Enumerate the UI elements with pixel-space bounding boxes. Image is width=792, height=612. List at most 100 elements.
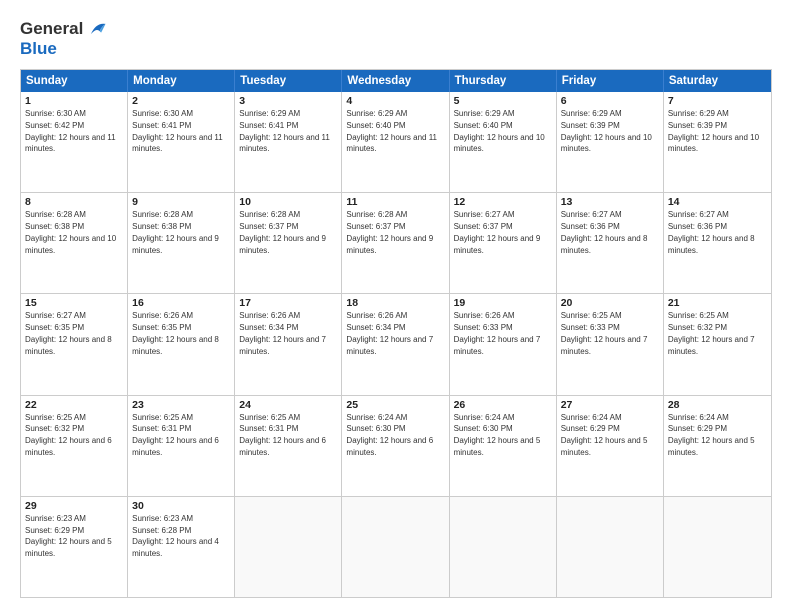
day-cell-1: 1 Sunrise: 6:30 AMSunset: 6:42 PMDayligh… bbox=[21, 92, 128, 192]
day-number: 4 bbox=[346, 95, 444, 107]
cell-content: Sunrise: 6:27 AMSunset: 6:36 PMDaylight:… bbox=[561, 210, 648, 254]
cell-content: Sunrise: 6:25 AMSunset: 6:32 PMDaylight:… bbox=[668, 311, 755, 355]
day-number: 7 bbox=[668, 95, 767, 107]
day-number: 25 bbox=[346, 399, 444, 411]
cell-content: Sunrise: 6:29 AMSunset: 6:40 PMDaylight:… bbox=[346, 109, 437, 153]
cell-content: Sunrise: 6:26 AMSunset: 6:35 PMDaylight:… bbox=[132, 311, 219, 355]
day-cell-28: 28 Sunrise: 6:24 AMSunset: 6:29 PMDaylig… bbox=[664, 396, 771, 496]
day-number: 15 bbox=[25, 297, 123, 309]
col-header-saturday: Saturday bbox=[664, 70, 771, 92]
day-number: 19 bbox=[454, 297, 552, 309]
cell-content: Sunrise: 6:25 AMSunset: 6:31 PMDaylight:… bbox=[132, 413, 219, 457]
day-number: 18 bbox=[346, 297, 444, 309]
day-number: 29 bbox=[25, 500, 123, 512]
empty-cell bbox=[235, 497, 342, 597]
calendar-body: 1 Sunrise: 6:30 AMSunset: 6:42 PMDayligh… bbox=[21, 92, 771, 597]
day-cell-17: 17 Sunrise: 6:26 AMSunset: 6:34 PMDaylig… bbox=[235, 294, 342, 394]
col-header-thursday: Thursday bbox=[450, 70, 557, 92]
day-cell-10: 10 Sunrise: 6:28 AMSunset: 6:37 PMDaylig… bbox=[235, 193, 342, 293]
day-cell-2: 2 Sunrise: 6:30 AMSunset: 6:41 PMDayligh… bbox=[128, 92, 235, 192]
day-cell-27: 27 Sunrise: 6:24 AMSunset: 6:29 PMDaylig… bbox=[557, 396, 664, 496]
cell-content: Sunrise: 6:24 AMSunset: 6:29 PMDaylight:… bbox=[561, 413, 648, 457]
day-cell-20: 20 Sunrise: 6:25 AMSunset: 6:33 PMDaylig… bbox=[557, 294, 664, 394]
cell-content: Sunrise: 6:25 AMSunset: 6:32 PMDaylight:… bbox=[25, 413, 112, 457]
cell-content: Sunrise: 6:28 AMSunset: 6:37 PMDaylight:… bbox=[346, 210, 433, 254]
cell-content: Sunrise: 6:27 AMSunset: 6:36 PMDaylight:… bbox=[668, 210, 755, 254]
day-cell-16: 16 Sunrise: 6:26 AMSunset: 6:35 PMDaylig… bbox=[128, 294, 235, 394]
cell-content: Sunrise: 6:24 AMSunset: 6:30 PMDaylight:… bbox=[346, 413, 433, 457]
day-number: 22 bbox=[25, 399, 123, 411]
day-cell-23: 23 Sunrise: 6:25 AMSunset: 6:31 PMDaylig… bbox=[128, 396, 235, 496]
cell-content: Sunrise: 6:30 AMSunset: 6:42 PMDaylight:… bbox=[25, 109, 116, 153]
day-number: 11 bbox=[346, 196, 444, 208]
cell-content: Sunrise: 6:30 AMSunset: 6:41 PMDaylight:… bbox=[132, 109, 223, 153]
day-cell-13: 13 Sunrise: 6:27 AMSunset: 6:36 PMDaylig… bbox=[557, 193, 664, 293]
cell-content: Sunrise: 6:29 AMSunset: 6:41 PMDaylight:… bbox=[239, 109, 330, 153]
day-number: 28 bbox=[668, 399, 767, 411]
logo: General Blue bbox=[20, 18, 107, 59]
logo-text-general: General bbox=[20, 20, 83, 39]
day-number: 14 bbox=[668, 196, 767, 208]
day-cell-29: 29 Sunrise: 6:23 AMSunset: 6:29 PMDaylig… bbox=[21, 497, 128, 597]
day-cell-7: 7 Sunrise: 6:29 AMSunset: 6:39 PMDayligh… bbox=[664, 92, 771, 192]
day-number: 2 bbox=[132, 95, 230, 107]
day-number: 17 bbox=[239, 297, 337, 309]
day-cell-5: 5 Sunrise: 6:29 AMSunset: 6:40 PMDayligh… bbox=[450, 92, 557, 192]
day-cell-22: 22 Sunrise: 6:25 AMSunset: 6:32 PMDaylig… bbox=[21, 396, 128, 496]
cell-content: Sunrise: 6:27 AMSunset: 6:37 PMDaylight:… bbox=[454, 210, 541, 254]
cell-content: Sunrise: 6:23 AMSunset: 6:28 PMDaylight:… bbox=[132, 514, 219, 558]
day-number: 23 bbox=[132, 399, 230, 411]
logo-bird-icon bbox=[85, 18, 107, 40]
cell-content: Sunrise: 6:25 AMSunset: 6:33 PMDaylight:… bbox=[561, 311, 648, 355]
cell-content: Sunrise: 6:28 AMSunset: 6:38 PMDaylight:… bbox=[132, 210, 219, 254]
day-cell-4: 4 Sunrise: 6:29 AMSunset: 6:40 PMDayligh… bbox=[342, 92, 449, 192]
empty-cell bbox=[664, 497, 771, 597]
logo-text-blue: Blue bbox=[20, 39, 57, 58]
day-number: 10 bbox=[239, 196, 337, 208]
day-cell-12: 12 Sunrise: 6:27 AMSunset: 6:37 PMDaylig… bbox=[450, 193, 557, 293]
day-cell-15: 15 Sunrise: 6:27 AMSunset: 6:35 PMDaylig… bbox=[21, 294, 128, 394]
cell-content: Sunrise: 6:24 AMSunset: 6:30 PMDaylight:… bbox=[454, 413, 541, 457]
day-number: 1 bbox=[25, 95, 123, 107]
col-header-friday: Friday bbox=[557, 70, 664, 92]
day-cell-19: 19 Sunrise: 6:26 AMSunset: 6:33 PMDaylig… bbox=[450, 294, 557, 394]
cell-content: Sunrise: 6:26 AMSunset: 6:34 PMDaylight:… bbox=[346, 311, 433, 355]
calendar-header: SundayMondayTuesdayWednesdayThursdayFrid… bbox=[21, 70, 771, 92]
day-number: 26 bbox=[454, 399, 552, 411]
col-header-sunday: Sunday bbox=[21, 70, 128, 92]
day-number: 30 bbox=[132, 500, 230, 512]
calendar-row-4: 22 Sunrise: 6:25 AMSunset: 6:32 PMDaylig… bbox=[21, 396, 771, 497]
cell-content: Sunrise: 6:24 AMSunset: 6:29 PMDaylight:… bbox=[668, 413, 755, 457]
cell-content: Sunrise: 6:25 AMSunset: 6:31 PMDaylight:… bbox=[239, 413, 326, 457]
empty-cell bbox=[450, 497, 557, 597]
cell-content: Sunrise: 6:26 AMSunset: 6:34 PMDaylight:… bbox=[239, 311, 326, 355]
col-header-monday: Monday bbox=[128, 70, 235, 92]
day-number: 27 bbox=[561, 399, 659, 411]
day-number: 8 bbox=[25, 196, 123, 208]
empty-cell bbox=[342, 497, 449, 597]
day-cell-11: 11 Sunrise: 6:28 AMSunset: 6:37 PMDaylig… bbox=[342, 193, 449, 293]
calendar-row-5: 29 Sunrise: 6:23 AMSunset: 6:29 PMDaylig… bbox=[21, 497, 771, 597]
day-cell-26: 26 Sunrise: 6:24 AMSunset: 6:30 PMDaylig… bbox=[450, 396, 557, 496]
empty-cell bbox=[557, 497, 664, 597]
cell-content: Sunrise: 6:29 AMSunset: 6:39 PMDaylight:… bbox=[561, 109, 652, 153]
day-number: 12 bbox=[454, 196, 552, 208]
day-cell-6: 6 Sunrise: 6:29 AMSunset: 6:39 PMDayligh… bbox=[557, 92, 664, 192]
cell-content: Sunrise: 6:29 AMSunset: 6:39 PMDaylight:… bbox=[668, 109, 759, 153]
day-cell-25: 25 Sunrise: 6:24 AMSunset: 6:30 PMDaylig… bbox=[342, 396, 449, 496]
day-number: 3 bbox=[239, 95, 337, 107]
day-cell-24: 24 Sunrise: 6:25 AMSunset: 6:31 PMDaylig… bbox=[235, 396, 342, 496]
day-number: 24 bbox=[239, 399, 337, 411]
day-cell-14: 14 Sunrise: 6:27 AMSunset: 6:36 PMDaylig… bbox=[664, 193, 771, 293]
cell-content: Sunrise: 6:28 AMSunset: 6:38 PMDaylight:… bbox=[25, 210, 116, 254]
day-number: 16 bbox=[132, 297, 230, 309]
col-header-tuesday: Tuesday bbox=[235, 70, 342, 92]
cell-content: Sunrise: 6:26 AMSunset: 6:33 PMDaylight:… bbox=[454, 311, 541, 355]
calendar-row-1: 1 Sunrise: 6:30 AMSunset: 6:42 PMDayligh… bbox=[21, 92, 771, 193]
day-number: 21 bbox=[668, 297, 767, 309]
cell-content: Sunrise: 6:23 AMSunset: 6:29 PMDaylight:… bbox=[25, 514, 112, 558]
cell-content: Sunrise: 6:27 AMSunset: 6:35 PMDaylight:… bbox=[25, 311, 112, 355]
day-number: 20 bbox=[561, 297, 659, 309]
cell-content: Sunrise: 6:28 AMSunset: 6:37 PMDaylight:… bbox=[239, 210, 326, 254]
calendar-row-2: 8 Sunrise: 6:28 AMSunset: 6:38 PMDayligh… bbox=[21, 193, 771, 294]
